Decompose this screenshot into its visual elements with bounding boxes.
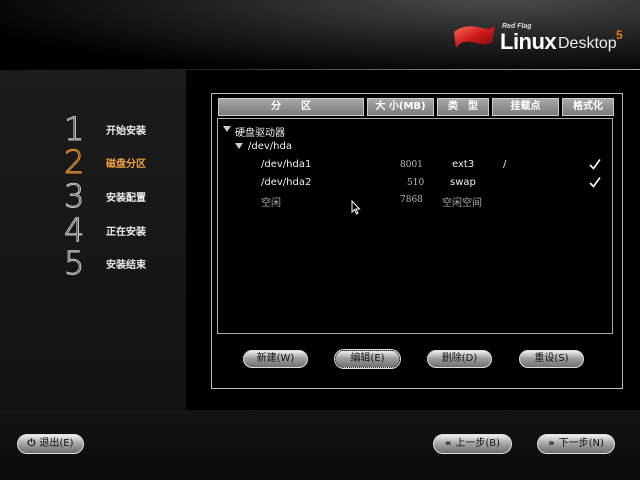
back-label: 上一步(B) xyxy=(455,438,501,449)
column-header-mount[interactable]: 挂载点 xyxy=(492,98,559,116)
red-flag-icon xyxy=(454,26,495,48)
column-header-format[interactable]: 格式化 xyxy=(562,98,614,116)
partition-list[interactable]: 硬盘驱动器 /dev/hda /dev/hda1 8001 ext3 / /de… xyxy=(217,118,613,334)
new-partition-button[interactable]: 新建(W) xyxy=(243,350,308,368)
partition-name: /dev/hda1 xyxy=(261,159,312,170)
step-5: 5 安装结束 xyxy=(63,244,184,283)
delete-partition-button[interactable]: 删除(D) xyxy=(427,350,492,368)
checkmark-icon xyxy=(589,177,601,188)
partition-size: 8001 xyxy=(400,160,423,170)
partition-name: /dev/hda2 xyxy=(261,177,312,188)
step-3: 3 安装配置 xyxy=(63,177,184,216)
partition-size: 7868 xyxy=(400,195,423,205)
power-icon: ⏻ xyxy=(27,438,36,449)
triangle-down-icon[interactable] xyxy=(235,143,243,149)
column-header-partition[interactable]: 分 区 xyxy=(218,98,364,116)
tree-root-row[interactable]: 硬盘驱动器 xyxy=(218,122,612,139)
triangle-down-icon[interactable] xyxy=(223,126,231,132)
step-number: 2 xyxy=(63,143,85,182)
next-label: 下一步(N) xyxy=(558,438,604,449)
column-header-type[interactable]: 类 型 xyxy=(437,98,489,116)
partition-table-header: 分 区 大 小(MB) 类 型 挂载点 格式化 xyxy=(218,98,614,116)
double-chevron-right-icon: » xyxy=(548,438,555,449)
partition-type: swap xyxy=(450,177,476,188)
double-chevron-left-icon: « xyxy=(444,438,452,449)
device-row[interactable]: /dev/hda xyxy=(218,139,612,155)
header-banner: Red Flag Linux Desktop 5 xyxy=(0,0,640,70)
device-label: /dev/hda xyxy=(248,141,292,152)
table-row[interactable]: /dev/hda2 510 swap xyxy=(218,175,612,191)
brand-product: Desktop xyxy=(558,35,617,52)
step-label: 正在安装 xyxy=(106,227,146,238)
mouse-cursor-icon xyxy=(351,200,361,215)
step-2: 2 磁盘分区 xyxy=(63,143,184,182)
step-label: 磁盘分区 xyxy=(106,159,146,170)
step-label: 开始安装 xyxy=(106,126,146,137)
next-button[interactable]: » 下一步(N) xyxy=(537,434,615,454)
partition-mount: / xyxy=(503,159,507,170)
partition-name: 空闲 xyxy=(261,198,281,209)
table-row[interactable]: 空闲 7868 空闲空间 xyxy=(218,192,612,209)
back-button[interactable]: «上一步(B) xyxy=(433,434,512,454)
exit-label: 退出(E) xyxy=(39,438,74,449)
step-label: 安装配置 xyxy=(106,193,146,204)
step-number: 3 xyxy=(63,177,85,216)
reset-partition-button[interactable]: 重设(S) xyxy=(519,350,584,368)
partition-type: 空闲空间 xyxy=(442,198,482,209)
edit-partition-button[interactable]: 编辑(E) xyxy=(335,350,400,368)
partition-size: 510 xyxy=(407,178,425,188)
step-label: 安装结束 xyxy=(106,260,146,271)
brand-logo: Red Flag Linux Desktop 5 xyxy=(452,18,632,66)
brand-name: Linux xyxy=(500,29,557,54)
step-number: 5 xyxy=(63,244,85,283)
tree-root-label: 硬盘驱动器 xyxy=(235,128,285,139)
exit-button[interactable]: ⏻ 退出(E) xyxy=(17,434,84,454)
column-header-size[interactable]: 大 小(MB) xyxy=(367,98,434,116)
brand-version: 5 xyxy=(616,28,623,42)
partition-type: ext3 xyxy=(452,159,475,170)
checkmark-icon xyxy=(589,159,601,170)
table-row[interactable]: /dev/hda1 8001 ext3 / xyxy=(218,157,612,173)
